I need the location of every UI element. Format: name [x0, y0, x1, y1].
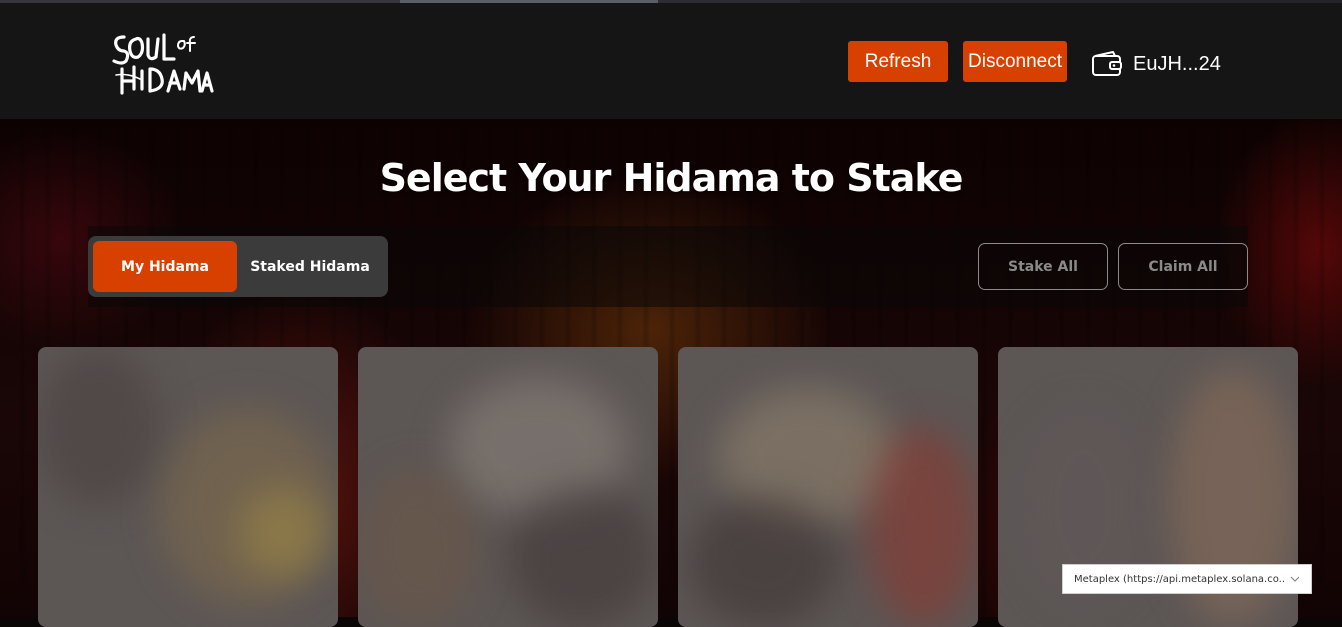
- nft-card[interactable]: [38, 347, 338, 627]
- refresh-button[interactable]: Refresh: [848, 41, 948, 82]
- soul-of-hidama-logo[interactable]: [110, 29, 215, 99]
- wallet-address[interactable]: EuJH...24: [1133, 51, 1221, 77]
- tab-group: My Hidama Staked Hidama: [88, 236, 388, 297]
- disconnect-button[interactable]: Disconnect: [963, 41, 1067, 82]
- site-header: Refresh Disconnect EuJH...24: [0, 3, 1342, 119]
- nft-card[interactable]: [358, 347, 658, 627]
- nft-card[interactable]: [678, 347, 978, 627]
- rpc-endpoint-select[interactable]: Metaplex (https://api.metaplex.solana.co…: [1062, 564, 1312, 594]
- tab-my-hidama[interactable]: My Hidama: [93, 241, 237, 292]
- tab-staked-hidama[interactable]: Staked Hidama: [237, 241, 383, 292]
- stake-all-button[interactable]: Stake All: [978, 243, 1108, 290]
- chevron-down-icon: [1289, 573, 1301, 585]
- wallet-icon: [1091, 51, 1123, 77]
- page-title: Select Your Hidama to Stake: [379, 156, 964, 200]
- claim-all-button[interactable]: Claim All: [1118, 243, 1248, 290]
- rpc-endpoint-value: Metaplex (https://api.metaplex.solana.co…: [1074, 573, 1286, 585]
